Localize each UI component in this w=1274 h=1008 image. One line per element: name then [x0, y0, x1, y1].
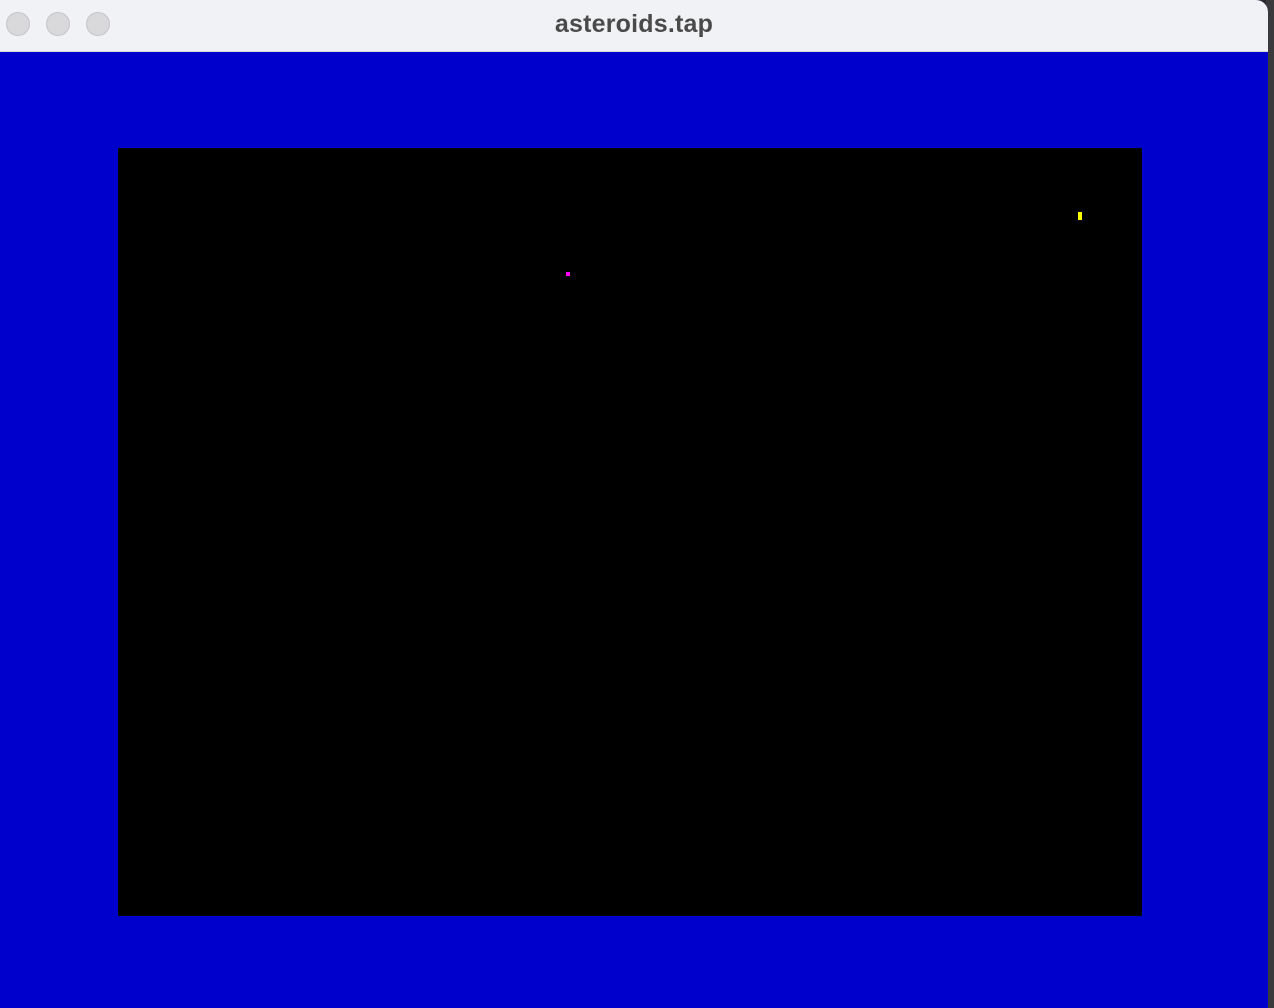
- player-ship-sprite: [1078, 212, 1082, 220]
- game-screen[interactable]: [118, 148, 1142, 916]
- emulator-window: asteroids.tap: [0, 0, 1268, 1008]
- window-title: asteroids.tap: [554, 10, 714, 38]
- asteroid-sprite: [566, 272, 570, 276]
- title-bar[interactable]: asteroids.tap: [0, 0, 1268, 52]
